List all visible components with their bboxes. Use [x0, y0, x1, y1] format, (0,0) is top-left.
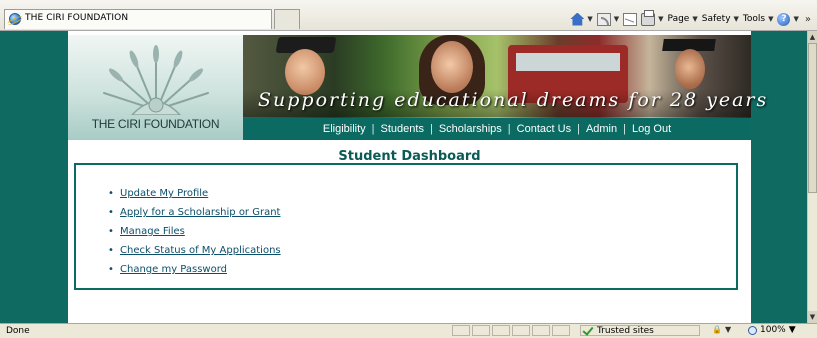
safety-menu-label: Safety — [701, 14, 731, 24]
chevron-down-icon: ▼ — [793, 15, 799, 23]
main-nav: Eligibility | Students | Scholarships | … — [243, 118, 751, 140]
list-item: • Manage Files — [108, 222, 281, 241]
scroll-down-icon[interactable]: ▼ — [808, 311, 817, 323]
chevron-down-icon[interactable]: ▼ — [614, 15, 619, 23]
status-text: Done — [6, 326, 30, 336]
status-panel — [452, 325, 470, 336]
vertical-scrollbar[interactable]: ▲ ▼ — [807, 31, 817, 323]
page-menu[interactable]: Page ▼ — [668, 14, 698, 24]
scrollbar-thumb[interactable] — [808, 43, 817, 193]
protected-mode-button[interactable]: 🔒 ▼ — [712, 325, 731, 334]
tools-menu-label: Tools — [742, 14, 766, 24]
tools-menu[interactable]: Tools ▼ — [743, 14, 774, 24]
list-item: • Check Status of My Applications — [108, 241, 281, 260]
command-bar: ▼ ▼ ▼ Page ▼ Safety ▼ Tools ▼ ? ▼ » — [570, 9, 811, 27]
content-column: THE CIRI FOUNDATION Supporting education… — [68, 31, 769, 323]
status-panel — [472, 325, 490, 336]
status-panels — [452, 325, 570, 336]
tab-title: THE CIRI FOUNDATION — [25, 13, 129, 23]
chevron-down-icon[interactable]: ▼ — [587, 15, 592, 23]
student-photo — [431, 41, 473, 93]
security-zone-label: Trusted sites — [597, 325, 654, 336]
nav-students[interactable]: Students — [375, 123, 430, 135]
bullet-icon: • — [108, 245, 114, 256]
nav-admin[interactable]: Admin — [580, 123, 623, 135]
page-menu-label: Page — [667, 14, 690, 24]
browser-tab[interactable]: THE CIRI FOUNDATION — [4, 9, 272, 29]
dashboard-link-list: • Update My Profile • Apply for a Schola… — [108, 184, 281, 279]
bullet-icon: • — [108, 226, 114, 237]
list-item: • Update My Profile — [108, 184, 281, 203]
chevron-down-icon: ▼ — [788, 325, 796, 335]
chevron-down-icon: ▼ — [724, 325, 732, 334]
logo-text: THE CIRI FOUNDATION — [91, 117, 220, 131]
lock-icon: 🔒 — [712, 325, 722, 334]
new-tab-button[interactable] — [274, 9, 300, 29]
scroll-up-icon[interactable]: ▲ — [808, 31, 817, 43]
chevron-down-icon: ▼ — [733, 15, 739, 23]
status-panel — [512, 325, 530, 336]
security-zone[interactable]: Trusted sites — [580, 325, 700, 336]
more-commands-button[interactable]: » — [805, 14, 811, 25]
home-icon — [570, 12, 585, 26]
zoom-control[interactable]: 100% ▼ — [748, 325, 796, 335]
help-icon: ? — [777, 12, 791, 26]
graduate-photo — [675, 49, 705, 89]
status-panel — [532, 325, 550, 336]
ie-favicon-icon — [9, 13, 21, 25]
chevron-down-icon[interactable]: ▼ — [658, 15, 663, 23]
read-mail-button[interactable] — [623, 12, 638, 26]
page-title: Student Dashboard — [338, 149, 481, 164]
status-panel — [552, 325, 570, 336]
safety-menu[interactable]: Safety ▼ — [702, 14, 739, 24]
nav-log-out[interactable]: Log Out — [626, 123, 677, 135]
tagline: Supporting educational dreams for 28 yea… — [258, 89, 769, 111]
feeds-button[interactable]: ▼ — [596, 12, 619, 26]
help-menu[interactable]: ? ▼ — [777, 12, 799, 26]
zoom-icon — [748, 325, 757, 335]
page-viewport: THE CIRI FOUNDATION Supporting education… — [0, 31, 807, 323]
dashboard-panel: • Update My Profile • Apply for a Schola… — [74, 163, 738, 290]
nav-scholarships[interactable]: Scholarships — [433, 123, 508, 135]
update-profile-link[interactable]: Update My Profile — [120, 188, 208, 199]
print-button[interactable]: ▼ — [641, 9, 664, 26]
check-icon — [583, 326, 593, 335]
zoom-level: 100% — [760, 325, 786, 335]
manage-files-link[interactable]: Manage Files — [120, 226, 185, 237]
list-item: • Apply for a Scholarship or Grant — [108, 203, 281, 222]
status-bar: Done Trusted sites 🔒 ▼ 100% ▼ — [0, 323, 817, 338]
chevron-down-icon: ▼ — [768, 15, 774, 23]
logo-panel[interactable]: THE CIRI FOUNDATION — [68, 35, 243, 140]
list-item: • Change my Password — [108, 260, 281, 279]
home-button[interactable]: ▼ — [570, 12, 593, 26]
check-status-link[interactable]: Check Status of My Applications — [120, 245, 281, 256]
read-mail-icon — [623, 12, 638, 26]
browser-toolbar: THE CIRI FOUNDATION ▼ ▼ ▼ Page ▼ Safety … — [0, 0, 817, 31]
ciri-logo-icon — [103, 45, 209, 115]
bullet-icon: • — [108, 188, 114, 199]
feeds-icon — [596, 12, 611, 26]
change-password-link[interactable]: Change my Password — [120, 264, 227, 275]
nav-contact-us[interactable]: Contact Us — [511, 123, 577, 135]
apply-scholarship-link[interactable]: Apply for a Scholarship or Grant — [120, 207, 280, 218]
print-icon — [641, 9, 656, 26]
nav-eligibility[interactable]: Eligibility — [317, 123, 372, 135]
bullet-icon: • — [108, 207, 114, 218]
bullet-icon: • — [108, 264, 114, 275]
status-panel — [492, 325, 510, 336]
chevron-down-icon: ▼ — [692, 15, 698, 23]
